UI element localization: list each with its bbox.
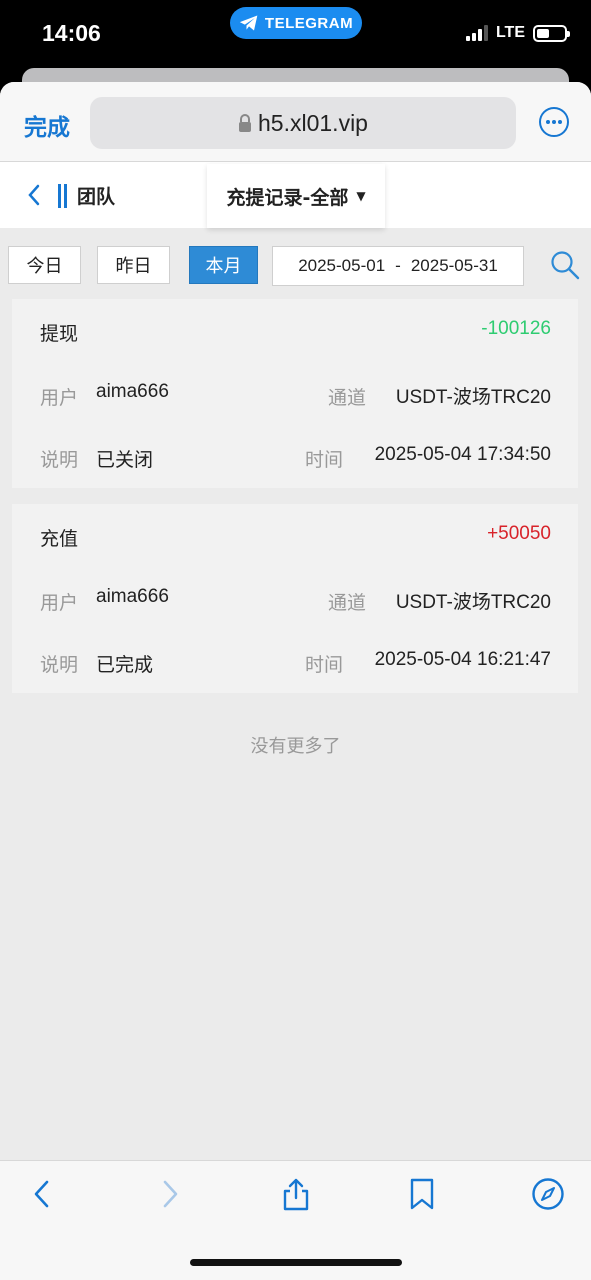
time-value: 2025-05-04 16:21:47	[374, 649, 551, 670]
signal-icon	[465, 25, 488, 41]
record-card[interactable]: 充值 +50050 用户 aima666 通道 USDT-波场TRC20 说明 …	[12, 504, 578, 693]
channel-value: USDT-波场TRC20	[395, 387, 551, 408]
lock-icon	[239, 114, 252, 132]
status-time: 14:06	[42, 20, 101, 46]
record-type: 充值	[40, 528, 79, 550]
more-options-icon[interactable]	[538, 106, 570, 138]
battery-icon	[533, 24, 570, 42]
user-value: aima666	[96, 381, 169, 402]
user-value: aima666	[96, 586, 169, 607]
end-date: 2025-05-31	[410, 256, 498, 275]
channel-label: 通道	[328, 592, 367, 614]
record-type-dropdown[interactable]: 充提记录-全部 ▼	[207, 164, 385, 228]
page-title: 充提记录-全部	[226, 186, 349, 209]
page-nav: 团队 充提记录-全部 ▼	[0, 162, 591, 228]
team-divider-icon	[58, 184, 70, 208]
back-chevron-icon[interactable]	[22, 181, 46, 209]
date-filter-bar: 今日 昨日 本月 2025-05-01 - 2025-05-31	[0, 228, 591, 300]
network-label: LTE	[495, 24, 525, 41]
time-label: 时间	[305, 654, 344, 676]
telegram-return-pill[interactable]: TELEGRAM	[230, 7, 362, 39]
status-indicators: LTE	[465, 24, 570, 42]
start-date: 2025-05-01	[298, 256, 386, 275]
record-amount: +50050	[487, 523, 551, 544]
url-text: h5.xl01.vip	[258, 109, 368, 136]
note-value: 已关闭	[96, 450, 154, 471]
end-of-list-text: 没有更多了	[250, 736, 341, 757]
note-value: 已完成	[96, 655, 154, 676]
filter-yesterday-button[interactable]: 昨日	[97, 246, 170, 284]
record-type: 提现	[40, 323, 79, 345]
telegram-icon	[239, 15, 258, 31]
telegram-pill-label: TELEGRAM	[264, 14, 354, 32]
user-label: 用户	[40, 387, 79, 409]
date-separator: -	[395, 256, 401, 275]
time-value: 2025-05-04 17:34:50	[374, 444, 551, 465]
search-icon[interactable]	[550, 250, 580, 280]
browser-toolbar	[0, 1160, 591, 1280]
bookmark-icon[interactable]	[405, 1177, 439, 1211]
user-label: 用户	[40, 592, 79, 614]
filter-today-button[interactable]: 今日	[8, 246, 81, 284]
time-label: 时间	[305, 449, 344, 471]
status-bar: 14:06 TELEGRAM LTE	[0, 0, 591, 70]
dropdown-arrow-icon: ▼	[356, 189, 366, 203]
url-bar[interactable]: h5.xl01.vip	[90, 97, 516, 149]
record-card[interactable]: 提现 -100126 用户 aima666 通道 USDT-波场TRC20 说明…	[12, 299, 578, 488]
done-button[interactable]: 完成	[24, 108, 70, 142]
webview-sheet: 完成 h5.xl01.vip 团队 充提记录-全部 ▼ 今日 昨日 本月 202…	[0, 82, 591, 1280]
channel-label: 通道	[328, 387, 367, 409]
date-range-input[interactable]: 2025-05-01 - 2025-05-31	[272, 246, 524, 286]
channel-value: USDT-波场TRC20	[395, 592, 551, 613]
team-link[interactable]: 团队	[77, 182, 115, 209]
note-label: 说明	[40, 449, 79, 471]
compass-icon[interactable]	[531, 1177, 565, 1211]
browser-back-icon[interactable]	[26, 1177, 60, 1211]
share-icon[interactable]	[279, 1177, 313, 1211]
home-indicator	[190, 1259, 402, 1266]
browser-header: 完成 h5.xl01.vip	[0, 82, 591, 162]
note-label: 说明	[40, 654, 79, 676]
record-amount: -100126	[481, 318, 551, 339]
browser-forward-icon[interactable]	[152, 1177, 186, 1211]
filter-this-month-button[interactable]: 本月	[189, 246, 258, 284]
